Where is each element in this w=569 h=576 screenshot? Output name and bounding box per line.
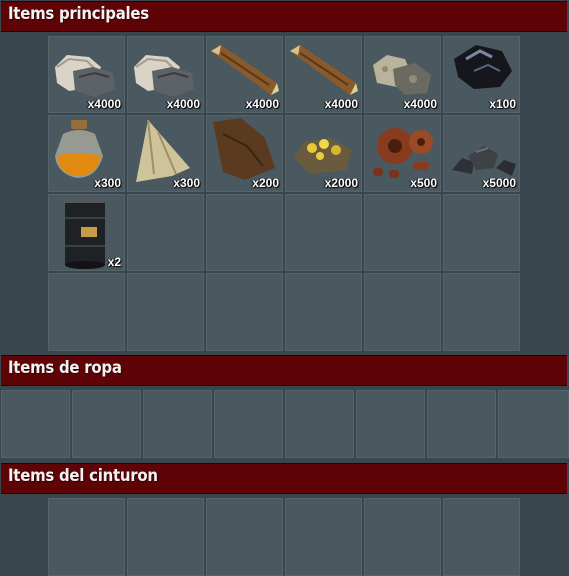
empty-slot[interactable] bbox=[443, 194, 520, 271]
inventory-slot[interactable]: x300 bbox=[48, 115, 125, 192]
empty-slot[interactable] bbox=[206, 194, 283, 271]
belt-items-grid bbox=[48, 498, 520, 576]
belt-items-title: Items del cinturon bbox=[8, 466, 158, 486]
item-quantity: x500 bbox=[410, 176, 437, 190]
empty-slot[interactable] bbox=[498, 390, 569, 458]
empty-slot[interactable] bbox=[285, 273, 362, 351]
inventory-slot[interactable]: x2 bbox=[48, 194, 125, 271]
item-quantity: x300 bbox=[173, 176, 200, 190]
clothing-items-grid bbox=[1, 390, 569, 458]
empty-slot[interactable] bbox=[127, 498, 204, 576]
empty-slot[interactable] bbox=[285, 498, 362, 576]
empty-slot[interactable] bbox=[48, 273, 125, 351]
empty-slot[interactable] bbox=[206, 498, 283, 576]
main-items-grid: x4000 x4000 x4000 x4000 x4000 x100 x300 … bbox=[48, 36, 520, 351]
item-quantity: x200 bbox=[252, 176, 279, 190]
empty-slot[interactable] bbox=[427, 390, 496, 458]
inventory-slot[interactable]: x200 bbox=[206, 115, 283, 192]
inventory-slot[interactable]: x500 bbox=[364, 115, 441, 192]
inventory-slot[interactable]: x4000 bbox=[206, 36, 283, 113]
empty-slot[interactable] bbox=[443, 273, 520, 351]
item-quantity: x4000 bbox=[87, 97, 121, 111]
empty-slot[interactable] bbox=[364, 194, 441, 271]
empty-slot[interactable] bbox=[364, 498, 441, 576]
clothing-items-header: Items de ropa bbox=[1, 355, 567, 386]
empty-slot[interactable] bbox=[48, 498, 125, 576]
clothing-items-title: Items de ropa bbox=[8, 358, 122, 378]
inventory-slot[interactable]: x4000 bbox=[285, 36, 362, 113]
item-quantity: x2 bbox=[107, 255, 121, 269]
main-items-header: Items principales bbox=[1, 1, 567, 32]
empty-slot[interactable] bbox=[127, 273, 204, 351]
empty-slot[interactable] bbox=[127, 194, 204, 271]
item-quantity: x4000 bbox=[324, 97, 358, 111]
empty-slot[interactable] bbox=[206, 273, 283, 351]
inventory-slot[interactable]: x4000 bbox=[48, 36, 125, 113]
item-quantity: x4000 bbox=[166, 97, 200, 111]
main-items-title: Items principales bbox=[8, 4, 149, 24]
item-quantity: x100 bbox=[489, 97, 516, 111]
item-quantity: x300 bbox=[94, 176, 121, 190]
item-quantity: x4000 bbox=[245, 97, 279, 111]
inventory-slot[interactable]: x2000 bbox=[285, 115, 362, 192]
belt-items-header: Items del cinturon bbox=[1, 463, 567, 494]
item-quantity: x2000 bbox=[324, 176, 358, 190]
inventory-slot[interactable]: x100 bbox=[443, 36, 520, 113]
empty-slot[interactable] bbox=[356, 390, 425, 458]
empty-slot[interactable] bbox=[1, 390, 70, 458]
inventory-slot[interactable]: x4000 bbox=[127, 36, 204, 113]
inventory-slot[interactable]: x4000 bbox=[364, 36, 441, 113]
empty-slot[interactable] bbox=[285, 194, 362, 271]
inventory-slot[interactable]: x5000 bbox=[443, 115, 520, 192]
empty-slot[interactable] bbox=[443, 498, 520, 576]
item-quantity: x5000 bbox=[482, 176, 516, 190]
item-quantity: x4000 bbox=[403, 97, 437, 111]
empty-slot[interactable] bbox=[364, 273, 441, 351]
empty-slot[interactable] bbox=[72, 390, 141, 458]
empty-slot[interactable] bbox=[143, 390, 212, 458]
empty-slot[interactable] bbox=[214, 390, 283, 458]
empty-slot[interactable] bbox=[285, 390, 354, 458]
inventory-slot[interactable]: x300 bbox=[127, 115, 204, 192]
